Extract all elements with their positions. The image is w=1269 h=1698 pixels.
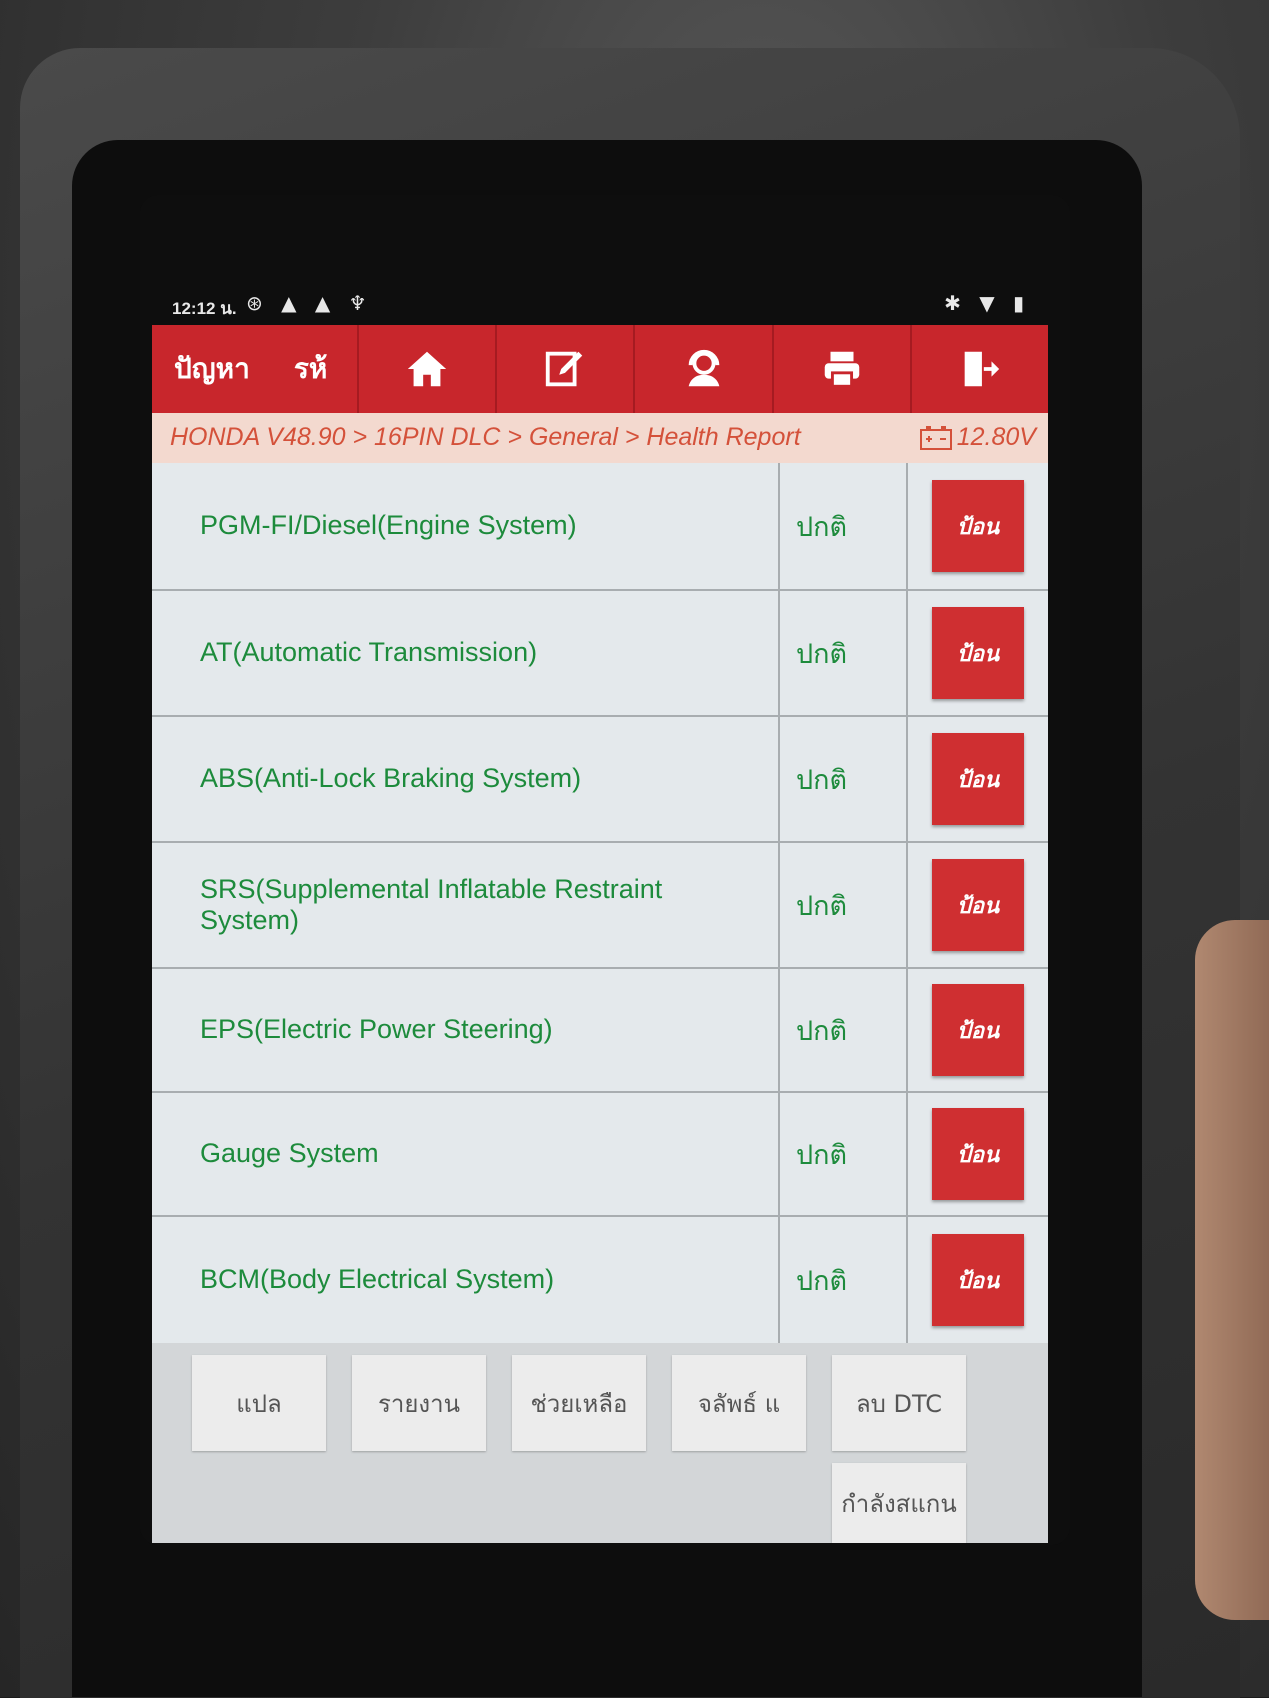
home-button[interactable] bbox=[357, 325, 495, 413]
help-button[interactable]: ช่วยเหลือ bbox=[512, 1355, 646, 1451]
device-frame: 12:12 น. ⊛ ▲ ▲ ♆ ✱ ▼ ▮ ปัญหา รห้ HONDA V… bbox=[0, 0, 1269, 1698]
translate-button[interactable]: แปล bbox=[192, 1355, 326, 1451]
system-status: ปกติ bbox=[780, 717, 908, 841]
system-list: PGM-FI/Diesel(Engine System) ปกติ ป้อน A… bbox=[152, 463, 1048, 1343]
voltage-value: 12.80V bbox=[956, 423, 1036, 451]
system-name: ABS(Anti-Lock Braking System) bbox=[152, 717, 780, 841]
table-row: Gauge System ปกติ ป้อน bbox=[152, 1093, 1048, 1217]
enter-button[interactable]: ป้อน bbox=[932, 984, 1024, 1076]
clear-dtc-button[interactable]: ลบ DTC bbox=[832, 1355, 966, 1451]
results-button[interactable]: จลัพธ์ แ bbox=[672, 1355, 806, 1451]
home-icon bbox=[407, 351, 447, 387]
system-name: SRS(Supplemental Inflatable Restraint Sy… bbox=[152, 843, 780, 967]
system-name: AT(Automatic Transmission) bbox=[152, 591, 780, 715]
breadcrumb: HONDA V48.90 > 16PIN DLC > General > Hea… bbox=[170, 423, 801, 451]
battery-icon bbox=[919, 425, 952, 450]
support-icon bbox=[688, 349, 719, 387]
action-bar: แปล รายงาน ช่วยเหลือ จลัพธ์ แ ลบ DTC กำล… bbox=[152, 1343, 1048, 1543]
exit-button[interactable] bbox=[909, 325, 1048, 413]
table-row: AT(Automatic Transmission) ปกติ ป้อน bbox=[152, 591, 1048, 717]
system-name: PGM-FI/Diesel(Engine System) bbox=[152, 463, 780, 589]
enter-button[interactable]: ป้อน bbox=[932, 480, 1024, 572]
table-row: BCM(Body Electrical System) ปกติ ป้อน bbox=[152, 1217, 1048, 1343]
system-action-cell: ป้อน bbox=[908, 1217, 1048, 1343]
edit-button[interactable] bbox=[495, 325, 633, 413]
system-status: ปกติ bbox=[780, 843, 908, 967]
status-time: 12:12 น. bbox=[172, 299, 237, 318]
print-button[interactable] bbox=[771, 325, 910, 413]
hand bbox=[1195, 920, 1269, 1620]
system-action-cell: ป้อน bbox=[908, 969, 1048, 1091]
table-row: ABS(Anti-Lock Braking System) ปกติ ป้อน bbox=[152, 717, 1048, 843]
system-name: Gauge System bbox=[152, 1093, 780, 1215]
system-status: ปกติ bbox=[780, 1217, 908, 1343]
system-name: EPS(Electric Power Steering) bbox=[152, 969, 780, 1091]
print-icon bbox=[824, 351, 859, 388]
battery-voltage: 12.80V bbox=[919, 423, 1036, 452]
table-row: PGM-FI/Diesel(Engine System) ปกติ ป้อน bbox=[152, 463, 1048, 591]
table-row: EPS(Electric Power Steering) ปกติ ป้อน bbox=[152, 969, 1048, 1093]
edit-icon bbox=[546, 351, 583, 387]
system-action-cell: ป้อน bbox=[908, 717, 1048, 841]
enter-button[interactable]: ป้อน bbox=[932, 733, 1024, 825]
app-toolbar: ปัญหา รห้ bbox=[152, 325, 1048, 413]
toolbar-title: ปัญหา รห้ bbox=[152, 325, 357, 413]
table-row: SRS(Supplemental Inflatable Restraint Sy… bbox=[152, 843, 1048, 969]
enter-button[interactable]: ป้อน bbox=[932, 859, 1024, 951]
breadcrumb-bar: HONDA V48.90 > 16PIN DLC > General > Hea… bbox=[152, 413, 1048, 463]
toolbar-title-suffix: รห้ bbox=[293, 352, 328, 385]
enter-button[interactable]: ป้อน bbox=[932, 1108, 1024, 1200]
notification-icons: ⊛ ▲ ▲ ♆ bbox=[246, 291, 373, 315]
system-status: ปกติ bbox=[780, 463, 908, 589]
android-nav-bar: ◀ ● ■ ⧉ bbox=[140, 1543, 1070, 1545]
report-button[interactable]: รายงาน bbox=[352, 1355, 486, 1451]
system-action-cell: ป้อน bbox=[908, 591, 1048, 715]
toolbar-title-text: ปัญหา bbox=[174, 352, 250, 385]
system-status: ปกติ bbox=[780, 1093, 908, 1215]
status-bar: 12:12 น. ⊛ ▲ ▲ ♆ ✱ ▼ ▮ bbox=[140, 287, 1070, 325]
system-action-cell: ป้อน bbox=[908, 463, 1048, 589]
system-action-cell: ป้อน bbox=[908, 843, 1048, 967]
screen: 12:12 น. ⊛ ▲ ▲ ♆ ✱ ▼ ▮ ปัญหา รห้ HONDA V… bbox=[140, 195, 1070, 1545]
system-status-icons: ✱ ▼ ▮ bbox=[944, 291, 1030, 315]
enter-button[interactable]: ป้อน bbox=[932, 607, 1024, 699]
support-button[interactable] bbox=[633, 325, 771, 413]
system-status: ปกติ bbox=[780, 969, 908, 1091]
exit-icon bbox=[964, 351, 1000, 387]
system-action-cell: ป้อน bbox=[908, 1093, 1048, 1215]
system-status: ปกติ bbox=[780, 591, 908, 715]
system-name: BCM(Body Electrical System) bbox=[152, 1217, 780, 1343]
enter-button[interactable]: ป้อน bbox=[932, 1234, 1024, 1326]
scanning-button[interactable]: กำลังสแกน bbox=[832, 1463, 966, 1543]
